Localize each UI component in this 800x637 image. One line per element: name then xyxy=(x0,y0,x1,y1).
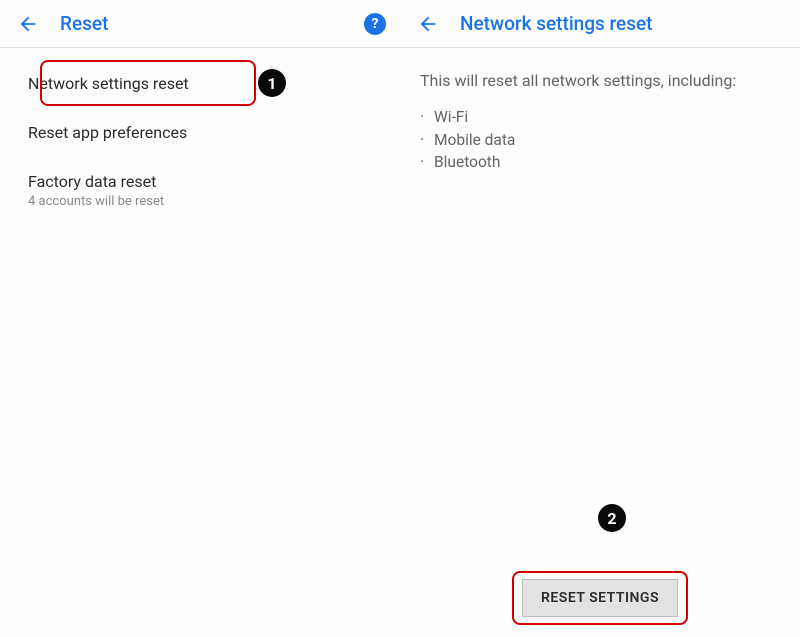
right-header: Network settings reset xyxy=(400,0,800,48)
option-label: Network settings reset xyxy=(28,74,376,95)
option-label: Factory data reset xyxy=(28,172,376,193)
right-page-title: Network settings reset xyxy=(460,12,653,35)
bottom-button-area: RESET SETTINGS xyxy=(400,579,800,617)
back-button[interactable] xyxy=(414,10,442,38)
reset-settings-button[interactable]: RESET SETTINGS xyxy=(522,579,678,617)
arrow-left-icon xyxy=(417,13,439,35)
reset-bullet-list: ·Wi-Fi ·Mobile data ·Bluetooth xyxy=(400,92,800,173)
bullet-item: ·Wi-Fi xyxy=(420,106,780,128)
option-label: Reset app preferences xyxy=(28,123,376,144)
reset-menu-screen: Reset ? Network settings reset Reset app… xyxy=(0,0,400,637)
option-reset-app-preferences[interactable]: Reset app preferences xyxy=(0,109,400,158)
reset-description: This will reset all network settings, in… xyxy=(400,48,800,92)
bullet-label: Wi-Fi xyxy=(434,106,468,128)
bullet-label: Mobile data xyxy=(434,129,515,151)
option-factory-data-reset[interactable]: Factory data reset 4 accounts will be re… xyxy=(0,158,400,224)
back-button[interactable] xyxy=(14,10,42,38)
help-icon[interactable]: ? xyxy=(364,13,386,35)
annotation-badge-1: 1 xyxy=(258,69,286,97)
reset-options-list: Network settings reset Reset app prefere… xyxy=(0,48,400,235)
bullet-item: ·Mobile data xyxy=(420,129,780,151)
left-page-title: Reset xyxy=(60,12,108,35)
option-subtext: 4 accounts will be reset xyxy=(28,194,376,209)
bullet-item: ·Bluetooth xyxy=(420,151,780,173)
network-settings-reset-screen: Network settings reset This will reset a… xyxy=(400,0,800,637)
left-header: Reset ? xyxy=(0,0,400,48)
annotation-badge-2: 2 xyxy=(598,504,626,532)
bullet-label: Bluetooth xyxy=(434,151,500,173)
arrow-left-icon xyxy=(17,13,39,35)
option-network-settings-reset[interactable]: Network settings reset xyxy=(0,60,400,109)
